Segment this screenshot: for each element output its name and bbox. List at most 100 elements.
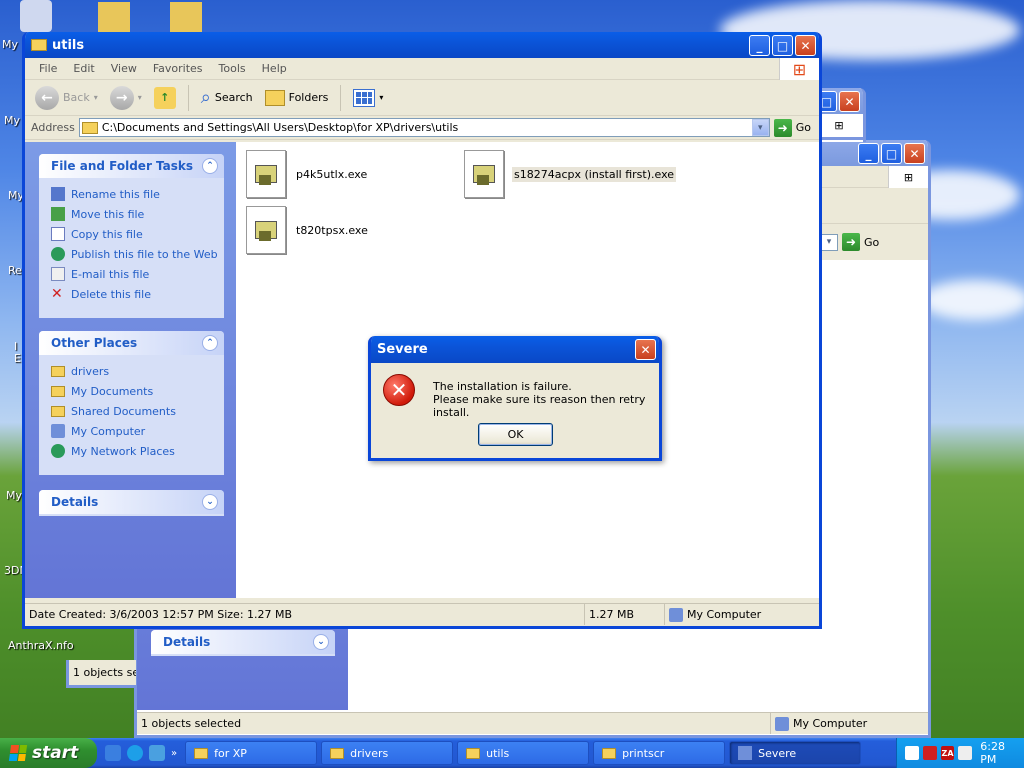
chevron-right-icon[interactable]: » [171,748,177,759]
menu-help[interactable]: Help [254,62,295,75]
executable-file-icon [464,150,504,198]
address-input[interactable]: C:\Documents and Settings\All Users\Desk… [78,118,770,137]
menu-tools[interactable]: Tools [211,62,254,75]
computer-icon [51,424,65,438]
error-dialog[interactable]: Severe ✕ ✕ The installation is failure. … [368,336,662,461]
close-button[interactable]: ✕ [795,35,816,56]
email-icon [51,267,65,281]
go-button[interactable]: ➜ Go [773,118,819,137]
menu-file[interactable]: File [31,62,65,75]
chevron-up-icon[interactable]: ⌃ [202,158,218,174]
zip-folder-icon[interactable] [170,2,202,34]
desktop-label[interactable]: My [4,114,20,127]
explorer-window-utils[interactable]: utils _ □ ✕ File Edit View Favorites Too… [22,32,822,629]
menu-view[interactable]: View [103,62,145,75]
executable-file-icon [246,150,286,198]
task-copy-file[interactable]: Copy this file [51,224,224,244]
media-player-icon[interactable] [149,745,165,761]
views-icon [353,88,376,107]
computer-icon [775,716,789,731]
close-button[interactable]: ✕ [839,91,860,112]
minimize-button[interactable]: _ [749,35,770,56]
task-for-xp[interactable]: for XP [185,741,318,765]
shared-folder-icon [51,405,65,417]
network-icon[interactable] [905,746,919,760]
place-my-network-places[interactable]: My Network Places [51,441,224,461]
search-button[interactable]: ⌕ Search [197,87,257,108]
alert-icon[interactable] [922,746,937,760]
address-dropdown[interactable]: ▾ [751,119,769,136]
maximize-button[interactable]: □ [772,35,793,56]
zip-folder-icon[interactable] [98,2,130,34]
task-delete-file[interactable]: ✕ Delete this file [51,284,224,304]
status-location: My Computer [771,713,928,734]
file-tasks-panel-header[interactable]: File and Folder Tasks ⌃ [39,154,224,178]
place-drivers[interactable]: drivers [51,361,224,381]
go-button[interactable]: ➜ Go [842,233,887,251]
views-button[interactable]: ▾ [349,88,387,107]
desktop-icon-1[interactable] [20,0,52,32]
status-size: 1.27 MB [585,604,665,625]
task-printscr[interactable]: printscr [593,741,726,765]
task-utils[interactable]: utils [457,741,590,765]
desktop-label[interactable]: My [6,489,22,502]
up-folder-icon: ↑ [153,86,176,109]
maximize-button[interactable]: □ [881,143,902,164]
minimize-button[interactable]: _ [858,143,879,164]
details-panel-header[interactable]: Details ⌄ [151,630,335,654]
chevron-down-icon[interactable]: ⌄ [202,494,218,510]
details-panel-header[interactable]: Details ⌄ [39,490,224,514]
place-shared-documents[interactable]: Shared Documents [51,401,224,421]
folder-icon [81,121,98,134]
status-info: Date Created: 3/6/2003 12:57 PM Size: 1.… [25,604,585,625]
place-my-documents[interactable]: My Documents [51,381,224,401]
folders-button[interactable]: Folders [261,89,333,106]
chevron-down-icon[interactable]: ▾ [138,93,142,102]
start-button[interactable]: start [0,738,97,768]
internet-explorer-icon[interactable] [127,745,143,761]
menu-favorites[interactable]: Favorites [145,62,211,75]
show-desktop-icon[interactable] [105,745,121,761]
clock[interactable]: 6:28 PM [980,740,1024,766]
other-places-panel-header[interactable]: Other Places ⌃ [39,331,224,355]
back-arrow-icon: ← [35,85,59,110]
close-button[interactable]: ✕ [635,339,656,360]
status-bar: Date Created: 3/6/2003 12:57 PM Size: 1.… [25,603,819,625]
other-places-panel: Other Places ⌃ drivers My Documents Share… [39,331,224,475]
dialog-titlebar[interactable]: Severe ✕ [371,336,659,363]
task-email-file[interactable]: E-mail this file [51,264,224,284]
chevron-up-icon[interactable]: ⌃ [202,335,218,351]
chevron-down-icon[interactable]: ▾ [94,93,98,102]
my-documents-icon [51,385,65,397]
ok-button[interactable]: OK [478,423,553,446]
file-item[interactable]: p4k5utlx.exe [246,150,369,198]
error-icon: ✕ [383,374,415,406]
address-dropdown[interactable]: ▾ [820,233,838,251]
task-move-file[interactable]: Move this file [51,204,224,224]
go-arrow-icon: ➜ [773,118,792,137]
forward-button[interactable]: → ▾ [106,85,146,110]
desktop-label[interactable]: E [14,352,21,365]
chevron-down-icon[interactable]: ⌄ [313,634,329,650]
up-folder-button[interactable]: ↑ [150,86,180,109]
zonealarm-icon[interactable]: ZA [940,746,955,760]
copy-icon [51,227,65,241]
windows-logo-icon: ⊞ [815,114,863,137]
window-titlebar[interactable]: utils _ □ ✕ [25,32,819,58]
file-item[interactable]: t820tpsx.exe [246,206,370,254]
desktop-label[interactable]: Re [8,264,22,277]
application-icon [738,746,753,760]
file-item-selected[interactable]: s18274acpx (install first).exe [464,150,677,198]
task-publish-web[interactable]: Publish this file to the Web [51,244,224,264]
task-rename-file[interactable]: Rename this file [51,184,224,204]
task-severe[interactable]: Severe [729,741,862,765]
close-button[interactable]: ✕ [904,143,925,164]
task-drivers[interactable]: drivers [321,741,454,765]
taskbar: start » for XP drivers utils printscr Se… [0,738,1024,768]
place-my-computer[interactable]: My Computer [51,421,224,441]
menu-edit[interactable]: Edit [65,62,102,75]
speaker-icon[interactable] [958,746,973,760]
back-button[interactable]: ← Back ▾ [31,85,102,110]
dialog-title: Severe [377,342,428,357]
desktop-label[interactable]: AnthraX.nfo [8,639,74,652]
